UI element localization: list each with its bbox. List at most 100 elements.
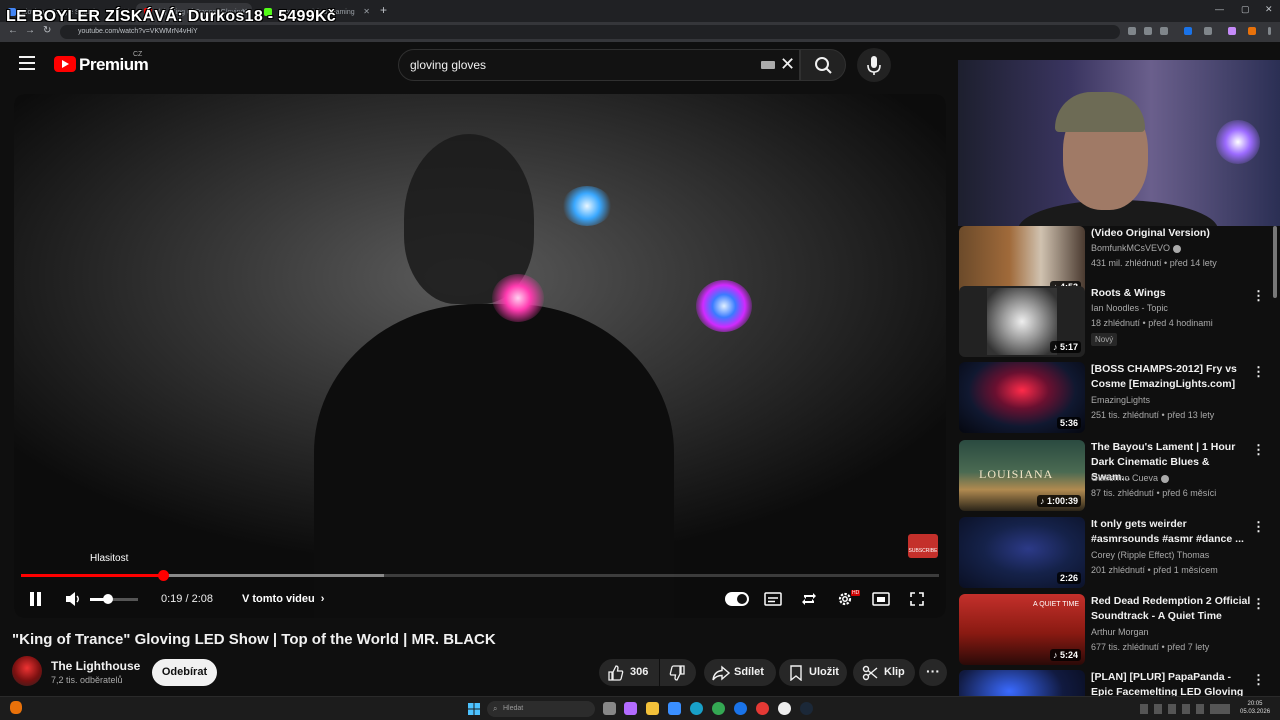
channel-avatar[interactable]: [12, 656, 42, 686]
bookmark-icon[interactable]: [1160, 27, 1168, 35]
chapters-button[interactable]: V tomto videu ›: [242, 593, 324, 605]
hd-badge: HD: [851, 590, 861, 596]
related-video[interactable]: 2:26 It only gets weirder #asmrsounds #a…: [959, 517, 1280, 589]
pause-icon[interactable]: [29, 592, 43, 606]
fullscreen-icon[interactable]: [909, 591, 925, 607]
volume-slider[interactable]: [90, 598, 138, 601]
album-art: [987, 288, 1057, 355]
kebab-icon[interactable]: ⋮: [1252, 442, 1265, 458]
task-view-icon[interactable]: [603, 702, 616, 715]
search-button[interactable]: [800, 49, 846, 81]
chevron-right-icon: ›: [320, 593, 325, 605]
video-thumbnail[interactable]: ♪ 5:17: [959, 286, 1085, 357]
kebab-icon[interactable]: ⋮: [1252, 596, 1265, 612]
menu-icon[interactable]: [19, 56, 35, 70]
extension-icon[interactable]: [1144, 27, 1152, 35]
share-button[interactable]: Sdílet: [704, 659, 776, 686]
extension-icon[interactable]: [1204, 27, 1212, 35]
search-input[interactable]: [410, 58, 740, 72]
kebab-icon[interactable]: ⋮: [1252, 672, 1265, 688]
video-thumbnail[interactable]: 5:36: [959, 362, 1085, 433]
video-thumbnail[interactable]: 2:26: [959, 517, 1085, 588]
save-button[interactable]: Uložit: [779, 659, 847, 686]
weather-icon[interactable]: [10, 701, 22, 714]
kebab-icon[interactable]: ⋮: [1252, 288, 1265, 304]
autoplay-toggle[interactable]: [725, 592, 749, 606]
volume-handle[interactable]: [102, 594, 113, 604]
music-note-icon: ♪: [1039, 496, 1047, 506]
related-video[interactable]: ♪ 5:17 Roots & Wings Ian Noodles - Topic…: [959, 286, 1280, 358]
related-video[interactable]: 5:36 [BOSS CHAMPS-2012] Fry vs Cosme [Em…: [959, 362, 1280, 434]
loop-icon[interactable]: [801, 591, 817, 607]
browser-menu-icon[interactable]: [1268, 27, 1271, 35]
kebab-icon[interactable]: ⋮: [1252, 519, 1265, 535]
related-channel[interactable]: Arthur Morgan: [1091, 627, 1149, 637]
video-thumbnail[interactable]: [959, 670, 1085, 696]
progress-bar[interactable]: [21, 570, 939, 581]
led-glow-blue: [562, 186, 612, 226]
tray-icons[interactable]: [1140, 704, 1230, 714]
chrome-icon[interactable]: [712, 702, 725, 715]
related-title[interactable]: It only gets weirder #asmrsounds #asmr #…: [1091, 517, 1251, 547]
logo-text: Premium: [79, 55, 149, 74]
related-channel[interactable]: Guillermo Cueva: [1091, 473, 1169, 483]
dislike-icon: [669, 665, 685, 681]
steam-icon[interactable]: [800, 702, 813, 715]
subscribe-watermark[interactable]: SUBSCRIBE: [908, 534, 938, 558]
reload-icon[interactable]: ↻: [43, 25, 51, 36]
widgets-icon[interactable]: [624, 702, 637, 715]
profile-icon[interactable]: [1228, 27, 1236, 35]
related-channel[interactable]: EmazingLights: [1091, 395, 1150, 405]
url-field[interactable]: youtube.com/watch?v=VKWMrN4vHiY: [60, 25, 1120, 39]
miniplayer-icon[interactable]: [872, 592, 890, 606]
file-explorer-icon[interactable]: [646, 702, 659, 715]
forward-icon[interactable]: →: [25, 25, 35, 36]
app-icon[interactable]: [756, 702, 769, 715]
kebab-icon[interactable]: ⋮: [1252, 364, 1265, 380]
related-title[interactable]: [BOSS CHAMPS-2012] Fry vs Cosme [Emazing…: [1091, 362, 1251, 392]
related-video[interactable]: LOUISIANA ♪ 1:00:39 The Bayou's Lament |…: [959, 440, 1280, 512]
photos-icon[interactable]: [668, 702, 681, 715]
related-video[interactable]: A QUIET TIME ♪ 5:24 Red Dead Redemption …: [959, 594, 1280, 666]
back-icon[interactable]: ←: [8, 25, 18, 36]
video-thumbnail[interactable]: LOUISIANA ♪ 1:00:39: [959, 440, 1085, 511]
dislike-button[interactable]: [660, 659, 696, 686]
like-button[interactable]: 306: [599, 659, 659, 686]
subtitles-icon[interactable]: [764, 592, 782, 606]
edge-icon[interactable]: [690, 702, 703, 715]
close-tab-icon[interactable]: ✕: [363, 7, 370, 16]
clear-icon[interactable]: ✕: [780, 55, 795, 73]
taskbar-clock[interactable]: 20:05 05.03.2026: [1240, 700, 1270, 716]
voice-search-button[interactable]: [857, 48, 891, 82]
related-title[interactable]: Roots & Wings: [1091, 286, 1251, 301]
related-title[interactable]: (Video Original Version): [1091, 226, 1251, 241]
extension-icon[interactable]: [1128, 27, 1136, 35]
minimize-icon[interactable]: —: [1215, 4, 1224, 14]
clip-button[interactable]: Klip: [853, 659, 915, 686]
video-thumbnail[interactable]: A QUIET TIME ♪ 5:24: [959, 594, 1085, 665]
volume-icon[interactable]: [64, 591, 82, 607]
taskbar-search[interactable]: ⌕ Hledat: [487, 701, 595, 717]
video-player[interactable]: SUBSCRIBE: [14, 94, 946, 618]
clip-icon: [862, 665, 878, 681]
subscribe-button[interactable]: Odebírat: [152, 659, 217, 686]
extension-icon[interactable]: [1184, 27, 1192, 35]
related-title[interactable]: [PLAN] [PLUR] PapaPanda - Epic Facemelti…: [1091, 670, 1251, 696]
related-channel[interactable]: BomfunkMCsVEVO: [1091, 243, 1181, 253]
channel-name[interactable]: The Lighthouse: [51, 659, 140, 673]
played-bar: [21, 574, 164, 577]
extension-icon[interactable]: [1248, 27, 1256, 35]
new-tab-icon[interactable]: +: [380, 3, 387, 17]
close-window-icon[interactable]: ✕: [1265, 4, 1273, 15]
maximize-icon[interactable]: ▢: [1241, 4, 1250, 15]
related-channel[interactable]: Corey (Ripple Effect) Thomas: [1091, 550, 1209, 560]
search-icon: ⌕: [493, 704, 498, 713]
keyboard-icon[interactable]: [761, 61, 775, 69]
related-channel[interactable]: Ian Noodles - Topic: [1091, 303, 1168, 313]
app-icon[interactable]: [778, 702, 791, 715]
related-video[interactable]: [PLAN] [PLUR] PapaPanda - Epic Facemelti…: [959, 670, 1280, 696]
windows-start-icon[interactable]: [468, 703, 480, 715]
related-title[interactable]: Red Dead Redemption 2 Official Soundtrac…: [1091, 594, 1251, 624]
more-actions-button[interactable]: ···: [919, 659, 947, 686]
app-icon[interactable]: [734, 702, 747, 715]
